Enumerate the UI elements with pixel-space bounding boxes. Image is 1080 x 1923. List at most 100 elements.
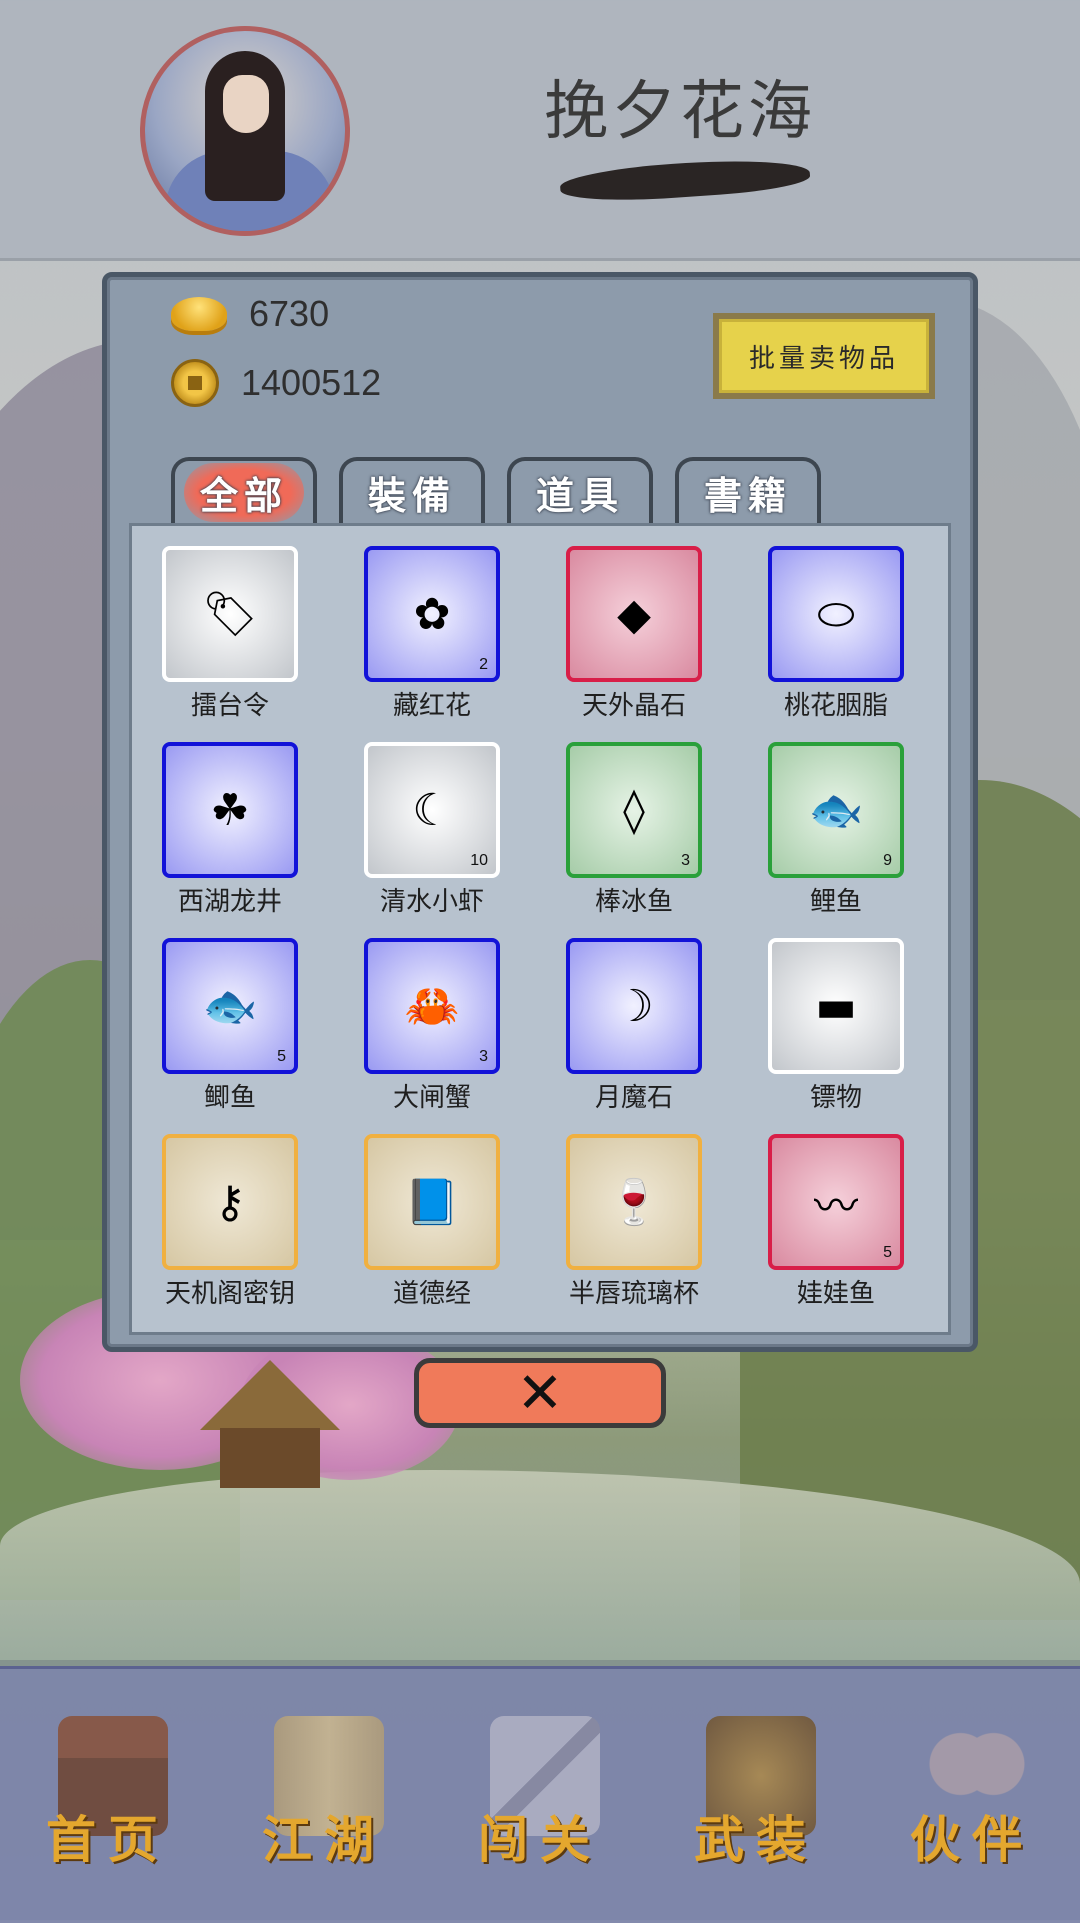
- tab-label: 裝備: [367, 472, 456, 518]
- cargo-chest-icon: ▬: [815, 980, 857, 1032]
- salamander-icon: 〰: [814, 1181, 858, 1232]
- item-slot[interactable]: 🏷: [162, 546, 298, 682]
- inventory-item[interactable]: 🏷 擂台令: [150, 546, 310, 724]
- item-name: 棒冰鱼: [594, 887, 673, 917]
- nav-label: 首页: [46, 1810, 170, 1869]
- item-slot[interactable]: ☾ 10: [364, 742, 500, 878]
- inventory-item[interactable]: ☽ 月魔石: [554, 938, 714, 1116]
- item-slot[interactable]: 〰 5: [768, 1134, 904, 1270]
- coin-value: 1400512: [241, 362, 382, 403]
- tea-leaves-icon: ☘: [210, 784, 250, 836]
- item-name: 镖物: [809, 1083, 862, 1113]
- gold-ingot-icon: [171, 297, 227, 331]
- tab-label: 道具: [535, 472, 624, 518]
- token-icon: 🏷: [202, 589, 258, 640]
- glass-cup-icon: 🍷: [606, 1177, 662, 1228]
- secret-key-icon: ⚷: [213, 1176, 247, 1228]
- item-count: 5: [277, 1048, 286, 1065]
- item-slot[interactable]: ⬭: [768, 546, 904, 682]
- inventory-panel: 6730 1400512 批量卖物品 全部 裝備 道具 書籍 🏷 擂台令 ✿ 2 藏红花…: [102, 272, 978, 1352]
- brush-stroke-decoration: [559, 154, 811, 206]
- item-name: 大闸蟹: [392, 1083, 471, 1113]
- item-name: 桃花胭脂: [783, 691, 888, 721]
- inventory-item[interactable]: 🐟 9 鲤鱼: [756, 742, 916, 920]
- category-tabs: 全部 裝備 道具 書籍: [171, 457, 821, 523]
- bulk-sell-button[interactable]: 批量卖物品: [713, 313, 935, 399]
- crab-icon: 🦀: [404, 981, 460, 1032]
- inventory-item[interactable]: ⬭ 桃花胭脂: [756, 546, 916, 724]
- close-button[interactable]: ✕: [414, 1358, 666, 1428]
- copper-coin-icon: [171, 359, 219, 407]
- nav-label: 伙伴: [910, 1810, 1034, 1869]
- item-count: 10: [470, 852, 488, 869]
- nav-item-4[interactable]: 伙伴: [882, 1696, 1062, 1896]
- carp-icon: 🐟: [808, 785, 864, 836]
- inventory-grid-area: 🏷 擂台令 ✿ 2 藏红花 ◆ 天外晶石 ⬭ 桃花胭脂 ☘ 西湖龙井 ☾ 10 清水小虾 ◊ 3 棒冰鱼 🐟 9 鲤鱼…: [129, 523, 951, 1335]
- character-portrait-icon[interactable]: [140, 26, 350, 236]
- inventory-grid: 🏷 擂台令 ✿ 2 藏红花 ◆ 天外晶石 ⬭ 桃花胭脂 ☘ 西湖龙井 ☾ 10 清水小虾 ◊ 3 棒冰鱼 🐟 9 鲤鱼…: [162, 546, 904, 1312]
- flower-icon: ✿: [413, 588, 451, 640]
- item-count: 2: [479, 656, 488, 673]
- item-name: 鲤鱼: [809, 887, 862, 917]
- tab-items[interactable]: 道具: [507, 457, 653, 523]
- inventory-item[interactable]: 🐟 5 鲫鱼: [150, 938, 310, 1116]
- item-slot[interactable]: ☽: [566, 938, 702, 1074]
- inventory-item[interactable]: ◊ 3 棒冰鱼: [554, 742, 714, 920]
- item-slot[interactable]: ▬: [768, 938, 904, 1074]
- page-title: 挽夕花海: [544, 75, 816, 149]
- item-slot[interactable]: ◆: [566, 546, 702, 682]
- item-count: 3: [681, 852, 690, 869]
- nav-label: 闯关: [478, 1810, 602, 1869]
- item-name: 娃娃鱼: [796, 1279, 875, 1309]
- coin-display: 1400512: [171, 359, 381, 407]
- item-name: 半唇琉璃杯: [568, 1279, 699, 1309]
- item-slot[interactable]: 🐟 5: [162, 938, 298, 1074]
- item-name: 道德经: [392, 1279, 471, 1309]
- inventory-item[interactable]: ☘ 西湖龙井: [150, 742, 310, 920]
- nav-item-1[interactable]: 江湖: [234, 1696, 414, 1896]
- inventory-item[interactable]: ⚷ 天机阁密钥: [150, 1134, 310, 1312]
- item-slot[interactable]: ✿ 2: [364, 546, 500, 682]
- nav-label: 武装: [694, 1810, 818, 1869]
- inventory-item[interactable]: ◆ 天外晶石: [554, 546, 714, 724]
- item-slot[interactable]: 🦀 3: [364, 938, 500, 1074]
- tab-books[interactable]: 書籍: [675, 457, 821, 523]
- item-slot[interactable]: 🍷: [566, 1134, 702, 1270]
- item-slot[interactable]: ◊ 3: [566, 742, 702, 878]
- book-icon: 📘: [404, 1177, 460, 1228]
- inventory-item[interactable]: 🍷 半唇琉璃杯: [554, 1134, 714, 1312]
- crystal-icon: ◆: [617, 588, 651, 640]
- inventory-item[interactable]: 📘 道德经: [352, 1134, 512, 1312]
- item-slot[interactable]: 📘: [364, 1134, 500, 1270]
- inventory-item[interactable]: 🦀 3 大闸蟹: [352, 938, 512, 1116]
- inventory-item[interactable]: 〰 5 娃娃鱼: [756, 1134, 916, 1312]
- hut-icon: [200, 1360, 340, 1488]
- inventory-item[interactable]: ☾ 10 清水小虾: [352, 742, 512, 920]
- tab-equipment[interactable]: 裝備: [339, 457, 485, 523]
- shrimp-icon: ☾: [412, 784, 452, 836]
- item-count: 5: [883, 1244, 892, 1261]
- item-slot[interactable]: ⚷: [162, 1134, 298, 1270]
- tab-label: 全部: [183, 462, 304, 522]
- item-count: 9: [883, 852, 892, 869]
- nav-item-2[interactable]: 闯关: [450, 1696, 630, 1896]
- ice-fish-icon: ◊: [623, 784, 645, 836]
- header: 挽夕花海: [0, 0, 1080, 261]
- inventory-item[interactable]: ✿ 2 藏红花: [352, 546, 512, 724]
- item-name: 鲫鱼: [203, 1083, 256, 1113]
- item-count: 3: [479, 1048, 488, 1065]
- bottom-nav: 首页 江湖 闯关 武装 伙伴: [0, 1666, 1080, 1923]
- nav-item-0[interactable]: 首页: [18, 1696, 198, 1896]
- gold-value: 6730: [249, 293, 330, 334]
- item-name: 天外晶石: [581, 691, 686, 721]
- tab-label: 書籍: [703, 472, 792, 518]
- inventory-item[interactable]: ▬ 镖物: [756, 938, 916, 1116]
- item-name: 清水小虾: [379, 887, 484, 917]
- tab-all[interactable]: 全部: [171, 457, 317, 523]
- item-name: 藏红花: [392, 691, 471, 721]
- rouge-box-icon: ⬭: [817, 588, 855, 640]
- item-slot[interactable]: ☘: [162, 742, 298, 878]
- item-slot[interactable]: 🐟 9: [768, 742, 904, 878]
- nav-item-3[interactable]: 武装: [666, 1696, 846, 1896]
- item-name: 天机阁密钥: [164, 1279, 295, 1309]
